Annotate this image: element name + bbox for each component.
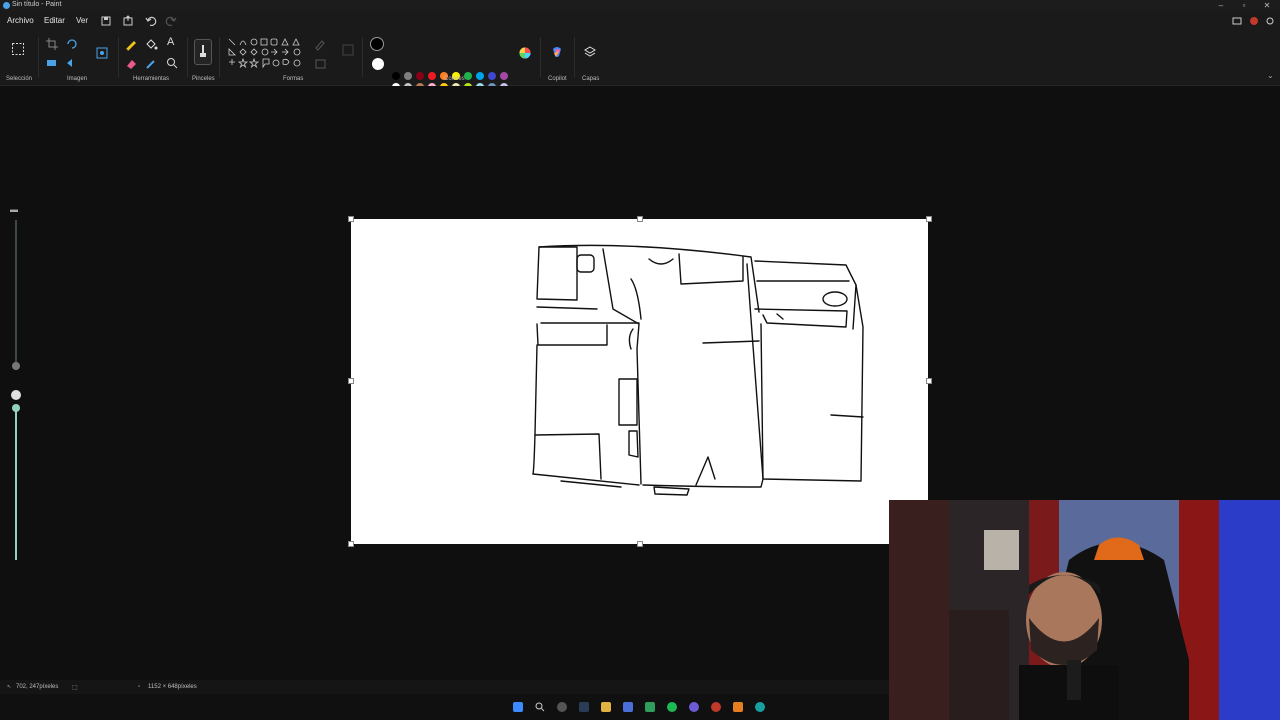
palette-color-swatch[interactable] [476, 72, 484, 80]
color-picker-icon[interactable] [144, 56, 158, 70]
group-label-colors: Colores [444, 76, 465, 82]
layers-icon[interactable] [583, 45, 597, 59]
palette-color-swatch[interactable] [488, 72, 496, 80]
drawing-canvas[interactable] [351, 219, 928, 544]
secondary-color-swatch[interactable] [372, 58, 384, 70]
shapes-gallery[interactable] [227, 37, 307, 73]
save-icon[interactable] [100, 15, 112, 27]
menu-bar: Archivo Editar Ver [0, 11, 1280, 31]
redo-icon[interactable] [165, 15, 177, 27]
brush-selector[interactable] [194, 39, 212, 65]
canvas-size-icon: ▫ [138, 684, 141, 690]
obs-icon[interactable] [711, 702, 721, 712]
ribbon-toolbar: Selección Imagen A Herramientas Pinceles… [0, 31, 1280, 102]
pencil-icon[interactable] [124, 37, 138, 51]
settings-icon[interactable] [1264, 15, 1276, 27]
sketch-drawing [532, 244, 864, 496]
streamer-webcam-image [889, 500, 1280, 720]
menu-view[interactable]: Ver [76, 16, 88, 25]
canvas-size: 1152 × 648píxeles [148, 684, 197, 690]
selection-size-icon: ⬚ [72, 685, 78, 691]
resize-handle-bottom[interactable] [637, 541, 643, 547]
cursor-icon: ↖ [7, 684, 12, 690]
maximize-icon[interactable]: ▫ [1233, 0, 1255, 11]
flip-icon[interactable] [65, 56, 79, 70]
eraser-icon[interactable] [124, 56, 138, 70]
palette-color-swatch[interactable] [464, 72, 472, 80]
resize-handle-bottom-left[interactable] [348, 541, 354, 547]
share-icon[interactable] [122, 15, 134, 27]
undo-icon[interactable] [145, 15, 157, 27]
menu-file[interactable]: Archivo [7, 16, 34, 25]
start-icon[interactable] [513, 702, 523, 712]
group-label-tools: Herramientas [133, 76, 170, 82]
ribbon-divider [187, 37, 188, 77]
palette-color-swatch[interactable] [404, 72, 412, 80]
group-label-selection: Selección [6, 76, 33, 82]
palette-color-swatch[interactable] [416, 72, 424, 80]
group-label-shapes: Formas [283, 76, 304, 82]
resize-handle-top-left[interactable] [348, 216, 354, 222]
account-icon[interactable] [1248, 15, 1260, 27]
title-bar: Sin título - Paint – ▫ ✕ [0, 0, 1280, 11]
cursor-position: 702, 247píxeles [16, 684, 59, 690]
fill-icon[interactable] [144, 37, 158, 51]
collapse-ribbon-icon[interactable]: ⌄ [1267, 71, 1274, 80]
resize-handle-left[interactable] [348, 378, 354, 384]
close-icon[interactable]: ✕ [1256, 0, 1278, 11]
ribbon-divider [38, 37, 39, 77]
shape-size-icon[interactable] [341, 43, 355, 57]
shape-fill-icon[interactable] [314, 57, 328, 71]
paint-icon [3, 2, 10, 9]
selection-tool-icon[interactable] [11, 42, 25, 56]
ribbon-divider [574, 37, 575, 77]
ribbon-divider [219, 37, 220, 77]
opacity-icon [11, 390, 21, 400]
magnifier-icon[interactable] [165, 56, 179, 70]
resize-handle-top[interactable] [637, 216, 643, 222]
group-label-layers: Capas [582, 76, 600, 82]
crop-icon[interactable] [45, 37, 59, 51]
window-title: Sin título - Paint [12, 1, 62, 8]
notification-icon[interactable] [1231, 15, 1243, 27]
ribbon-divider [540, 37, 541, 77]
resize-handle-right[interactable] [926, 378, 932, 384]
widgets-icon[interactable] [579, 702, 589, 712]
browser-icon[interactable] [733, 702, 743, 712]
ribbon-divider [362, 37, 363, 77]
edit-colors-icon[interactable] [518, 46, 532, 60]
minimize-icon[interactable]: – [1210, 0, 1232, 11]
brush-icon [200, 45, 206, 57]
settings-app-icon[interactable] [557, 702, 567, 712]
store-icon[interactable] [623, 702, 633, 712]
app-icon[interactable] [645, 702, 655, 712]
file-explorer-icon[interactable] [601, 702, 611, 712]
brush-size-icon: ▬ [10, 205, 18, 214]
shape-outline-icon[interactable] [314, 38, 328, 52]
search-icon[interactable] [535, 702, 545, 712]
palette-color-swatch[interactable] [428, 72, 436, 80]
resize-icon[interactable] [45, 56, 59, 70]
discord-icon[interactable] [689, 702, 699, 712]
image-select-icon[interactable] [95, 46, 109, 60]
ribbon-divider [118, 37, 119, 77]
spotify-icon[interactable] [667, 702, 677, 712]
group-label-brushes: Pinceles [192, 76, 215, 82]
size-slider-knob[interactable] [12, 362, 20, 370]
copilot-icon[interactable] [550, 45, 564, 59]
palette-color-swatch[interactable] [392, 72, 400, 80]
opacity-slider-track[interactable] [15, 405, 17, 560]
size-slider-track[interactable] [15, 220, 17, 370]
rotate-icon[interactable] [65, 37, 79, 51]
opacity-slider-knob[interactable] [12, 404, 20, 412]
menu-edit[interactable]: Editar [44, 16, 65, 25]
palette-color-swatch[interactable] [500, 72, 508, 80]
group-label-image: Imagen [67, 76, 88, 82]
paint-taskbar-icon[interactable] [755, 702, 765, 712]
group-label-copilot: Copilot [548, 76, 567, 82]
webcam-overlay [889, 500, 1280, 720]
resize-handle-top-right[interactable] [926, 216, 932, 222]
text-tool-icon[interactable]: A [167, 36, 174, 48]
primary-color-swatch[interactable] [370, 37, 384, 51]
